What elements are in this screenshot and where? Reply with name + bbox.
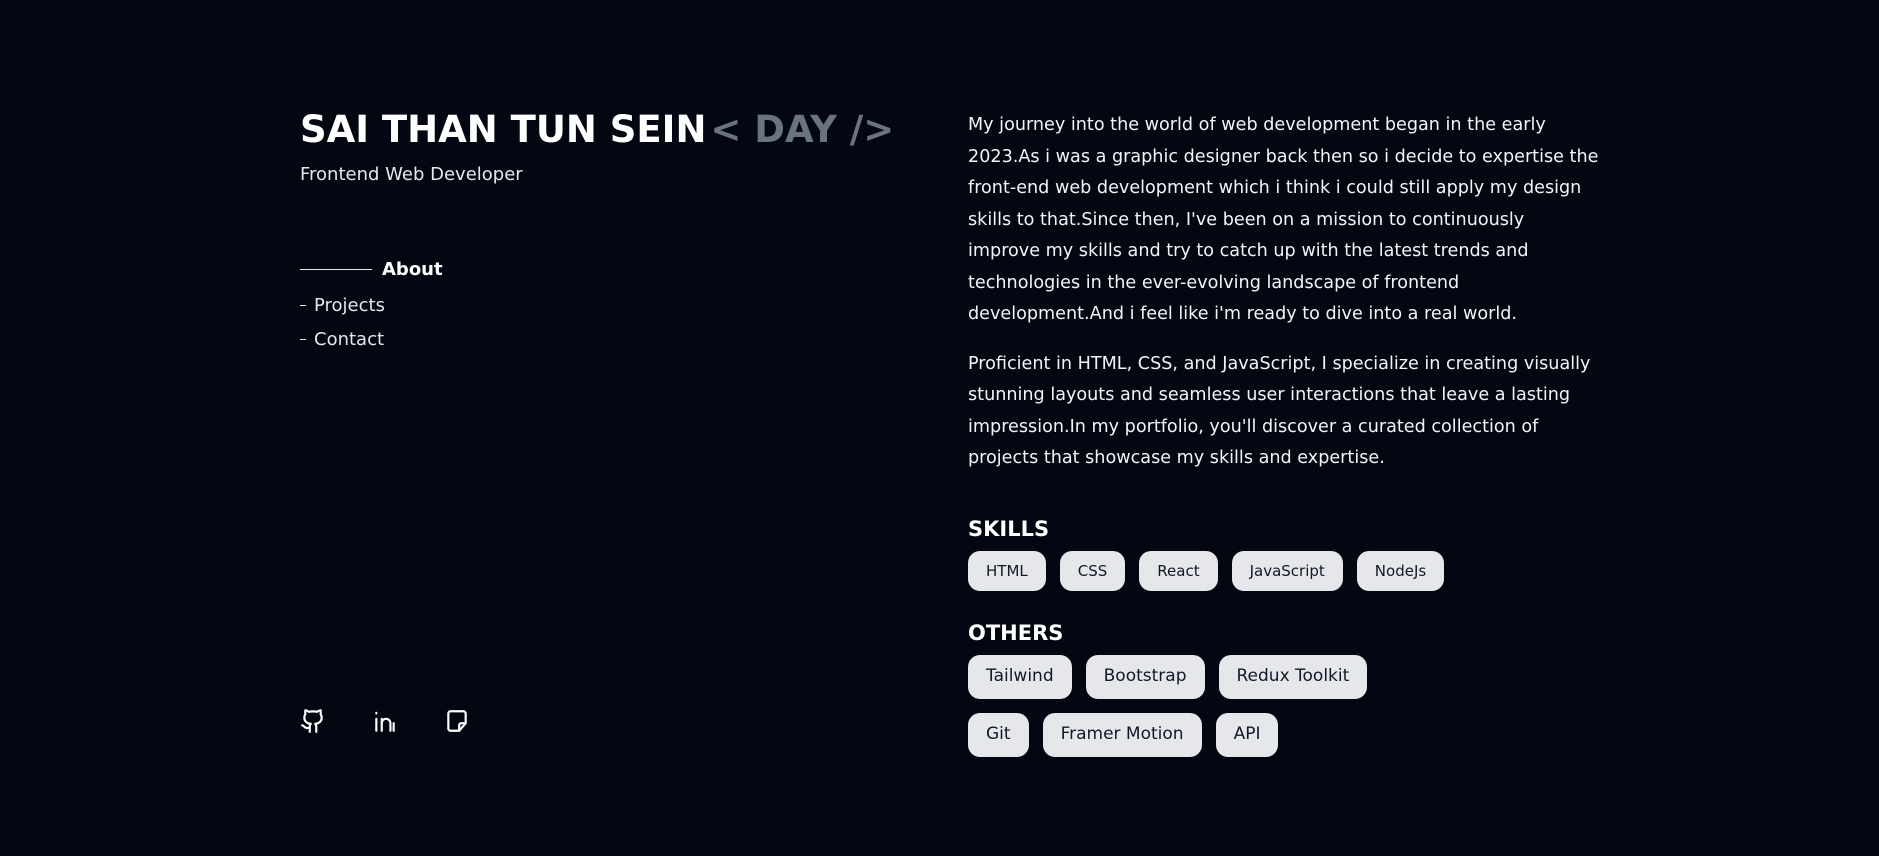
github-icon[interactable] <box>300 706 326 736</box>
others-heading: OTHERS <box>968 620 1064 645</box>
nav-item-contact[interactable]: Contact <box>300 322 443 356</box>
nav-indicator <box>300 338 306 340</box>
skills-heading: SKILLS <box>968 516 1050 541</box>
about-paragraph: Proficient in HTML, CSS, and JavaScript,… <box>968 353 1591 469</box>
social-links <box>300 706 470 736</box>
others-list: Tailwind Bootstrap Redux Toolkit Git Fra… <box>968 654 1438 757</box>
nav-item-label: Contact <box>314 328 385 350</box>
other-chip: Tailwind <box>968 654 1072 699</box>
nav-indicator <box>300 304 306 306</box>
other-chip: Framer Motion <box>1042 712 1202 757</box>
section-nav: About Projects Contact <box>300 252 443 356</box>
nav-item-label: Projects <box>314 294 385 316</box>
linkedin-icon[interactable] <box>372 706 398 736</box>
nav-item-about[interactable]: About <box>300 252 443 286</box>
profile-subtitle: Frontend Web Developer <box>300 164 523 185</box>
skills-list: HTML CSS React JavaScript NodeJs <box>968 550 1528 591</box>
profile-tag: < DAY /> <box>710 108 895 151</box>
left-panel: SAI THAN TUN SEIN < DAY /> Frontend Web D… <box>300 0 900 856</box>
nav-item-projects[interactable]: Projects <box>300 288 443 322</box>
page-title: SAI THAN TUN SEIN < DAY /> <box>300 108 894 151</box>
other-chip: Git <box>968 712 1029 757</box>
skill-chip: JavaScript <box>1231 550 1343 591</box>
skill-chip: NodeJs <box>1356 550 1445 591</box>
about-paragraph: My journey into the world of web develop… <box>968 115 1599 324</box>
content-panel: My journey into the world of web develop… <box>968 110 1600 757</box>
skill-chip: CSS <box>1059 550 1126 591</box>
skill-chip: React <box>1139 550 1218 591</box>
other-chip: Bootstrap <box>1085 654 1205 699</box>
other-chip: Redux Toolkit <box>1218 654 1368 699</box>
document-icon[interactable] <box>444 706 470 736</box>
nav-item-label: About <box>382 258 443 280</box>
skill-chip: HTML <box>968 550 1046 591</box>
profile-name: SAI THAN TUN SEIN <box>300 108 707 151</box>
nav-active-indicator <box>300 268 372 270</box>
other-chip: API <box>1215 712 1279 757</box>
